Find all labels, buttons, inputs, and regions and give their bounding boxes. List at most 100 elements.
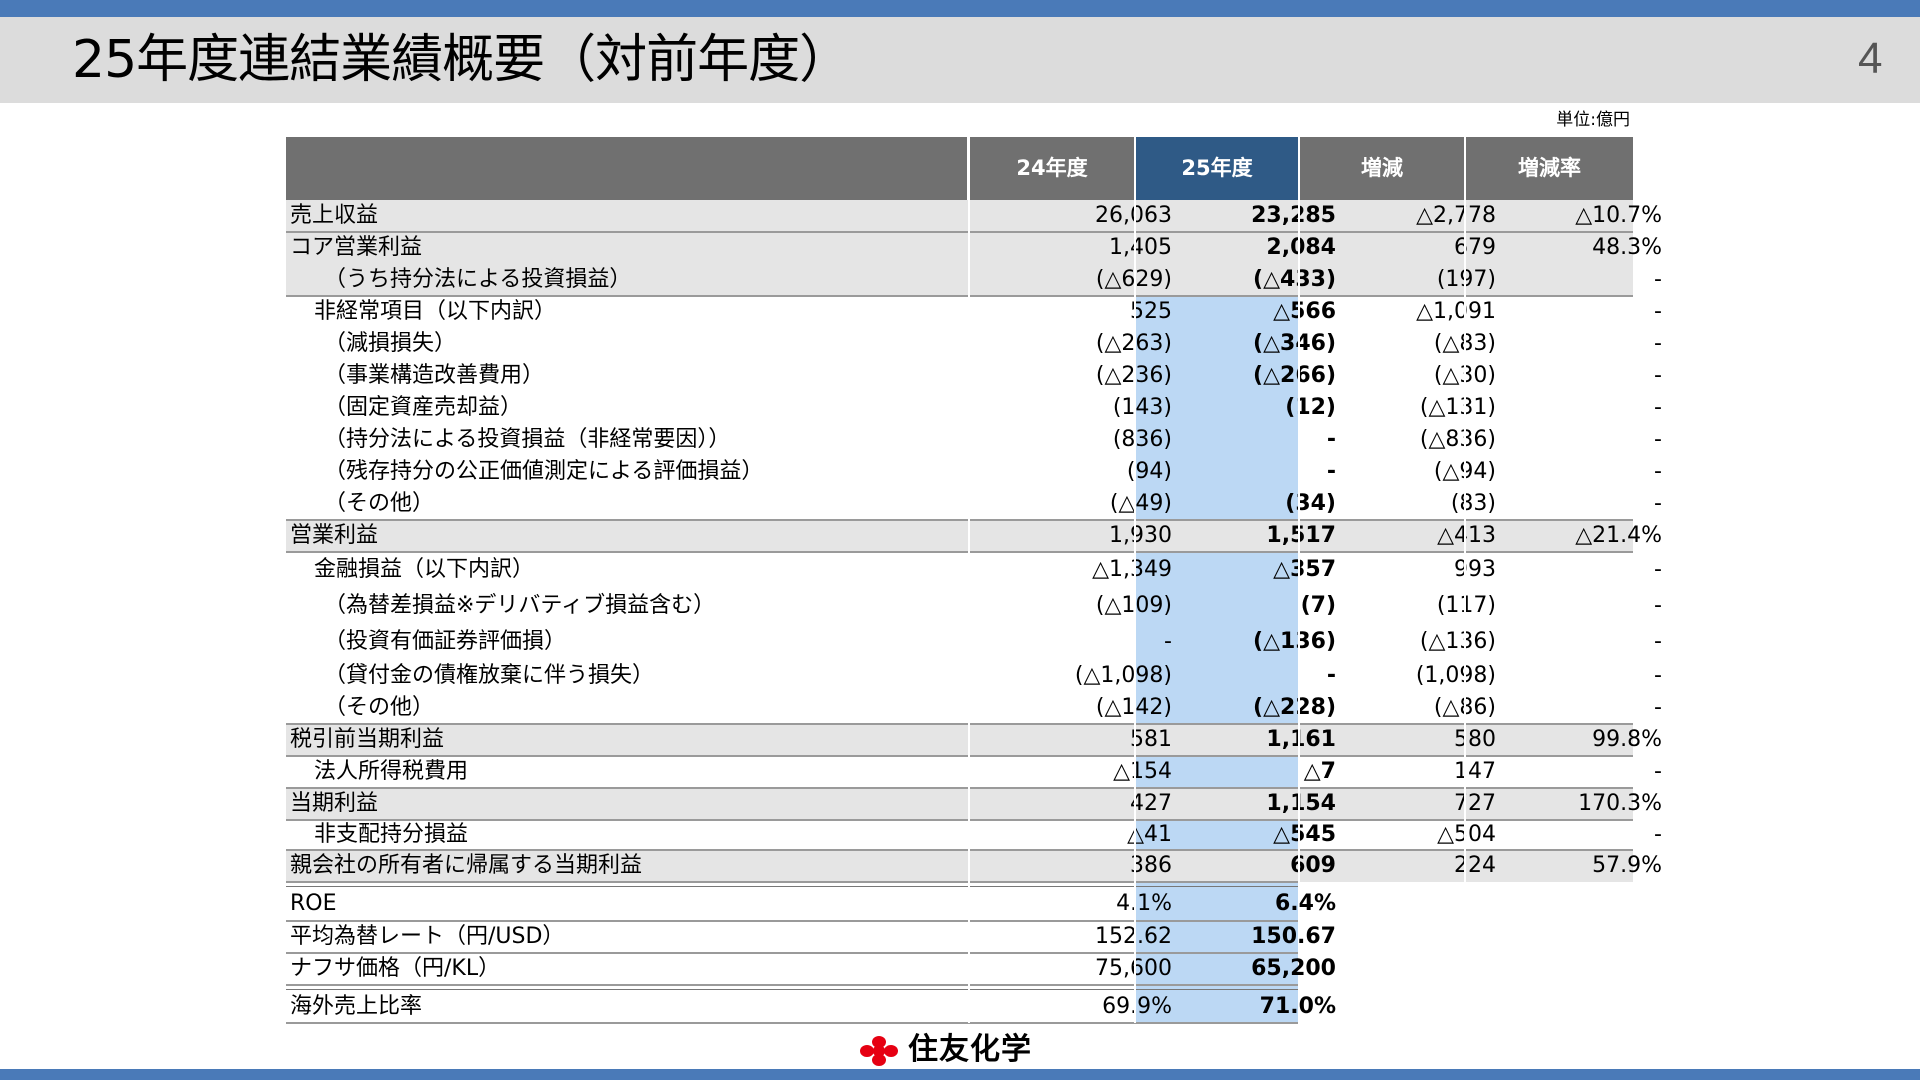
value-rate: -	[1654, 759, 1662, 784]
row-separator	[286, 1022, 1298, 1024]
header-blank-cell	[286, 137, 967, 200]
value-rate: -	[1654, 267, 1662, 292]
row-securities-valuation-loss: （投資有価証券評価損） - (△136) (△136) -	[286, 624, 1662, 660]
value-rate: -	[1654, 363, 1662, 388]
row-label: （持分法による投資損益（非経常要因））	[324, 427, 731, 452]
row-nonrecurring-items: 非経常項目（以下内訳） 525 △566 △1,091-	[286, 296, 1662, 328]
value-rate: -	[1654, 629, 1662, 654]
row-label: ナフサ価格（円/KL）	[290, 956, 501, 981]
value-rate: -	[1654, 593, 1662, 618]
row-separator	[286, 295, 1633, 297]
row-separator	[286, 231, 1633, 233]
row-other-financial: （その他）(△142)(△228)(△86)-	[286, 692, 1662, 724]
value-rate: -	[1654, 695, 1662, 720]
row-fair-value-remeasurement: （残存持分の公正価値測定による評価損益）(94)-(△94)-	[286, 456, 1662, 488]
value-fy25: 71.0%	[1259, 994, 1336, 1019]
row-label: 金融損益（以下内訳）	[314, 557, 535, 582]
top-accent-bar	[0, 0, 1920, 17]
row-label: 親会社の所有者に帰属する当期利益	[290, 853, 643, 878]
value-rate: △21.4%	[1575, 523, 1662, 548]
value-rate: 99.8%	[1592, 727, 1662, 752]
row-label: （減損損失）	[324, 331, 457, 356]
row-noncontrolling-interests: 非支配持分損益 △41 △545 △504-	[286, 820, 1662, 850]
row-separator	[286, 920, 1298, 922]
row-label: （その他）	[324, 491, 435, 516]
row-equity-method-nonrecurring: （持分法による投資損益（非経常要因）） (836) - (△836) -	[286, 424, 1662, 456]
row-revenue: 売上収益26,06323,285△2,778△10.7%	[286, 200, 1662, 232]
row-operating-profit: 営業利益 1,930 1,517 △413 △21.4%	[286, 520, 1662, 552]
row-fx-gain-loss: （為替差損益※デリバティブ損益含む）(△109)(7)(117)-	[286, 588, 1662, 624]
row-equity-method-income: （うち持分法による投資損益）(△629)(△433)(197)-	[286, 264, 1662, 296]
row-overseas-sales-ratio: 海外売上比率 69.9% 71.0%	[286, 991, 1336, 1023]
value-rate: -	[1654, 395, 1662, 420]
column-divider	[1134, 137, 1136, 1023]
value-rate: -	[1654, 331, 1662, 356]
row-separator	[286, 881, 1298, 883]
column-divider	[1464, 137, 1466, 882]
value-rate: 57.9%	[1592, 853, 1662, 878]
bottom-accent-bar	[0, 1069, 1920, 1080]
row-profit-before-tax: 税引前当期利益 581 1,161 580 99.8%	[286, 724, 1662, 756]
row-income-tax: 法人所得税費用 △154 △7 147-	[286, 756, 1662, 788]
value-rate: -	[1654, 427, 1662, 452]
row-label: （うち持分法による投資損益）	[324, 267, 632, 292]
row-label: 平均為替レート（円/USD）	[290, 924, 565, 949]
value-fy25: 150.67	[1251, 924, 1336, 949]
row-separator	[286, 551, 1633, 553]
row-separator	[286, 819, 1633, 821]
row-separator	[286, 519, 1633, 521]
row-label: 営業利益	[290, 523, 379, 548]
value-rate: 48.3%	[1592, 235, 1662, 260]
row-gain-on-sale-fixed-assets: （固定資産売却益） (143) (12) (△131) -	[286, 392, 1662, 424]
row-label: 法人所得税費用	[314, 759, 469, 784]
row-separator	[286, 787, 1633, 789]
row-other-nonrecurring: （その他） (△49) (34) (83) -	[286, 488, 1662, 520]
value-rate: -	[1654, 491, 1662, 516]
row-label: （貸付金の債権放棄に伴う損失）	[324, 663, 655, 688]
row-label: ROE	[290, 891, 337, 916]
row-impairment-loss: （減損損失）(△263)(△346)(△83)-	[286, 328, 1662, 360]
row-label: 税引前当期利益	[290, 727, 445, 752]
row-label: 売上収益	[290, 203, 379, 228]
header-fy25: 25年度	[1136, 137, 1298, 200]
row-core-operating-profit: コア営業利益 1,405 2,084 679 48.3%	[286, 232, 1662, 264]
header-diff: 増減	[1300, 137, 1464, 200]
row-label: 非経常項目（以下内訳）	[314, 299, 557, 324]
header-fy24: 24年度	[970, 137, 1134, 200]
column-divider	[968, 137, 970, 1023]
row-label: コア営業利益	[290, 235, 423, 260]
row-financial-income: 金融損益（以下内訳） △1,349 △357 993-	[286, 552, 1662, 588]
logo-mark-icon	[860, 1036, 898, 1066]
row-label: （為替差損益※デリバティブ損益含む）	[324, 593, 716, 618]
row-net-income-attributable-to-owners: 親会社の所有者に帰属する当期利益 386 609 224 57.9%	[286, 850, 1662, 882]
unit-note: 単位:億円	[1556, 110, 1630, 130]
double-rule	[286, 989, 1298, 990]
row-separator	[286, 849, 1633, 851]
row-separator	[286, 952, 1298, 954]
row-roe: ROE 4.1% 6.4%	[286, 887, 1336, 921]
row-label: 非支配持分損益	[314, 822, 469, 847]
row-naphtha-price: ナフサ価格（円/KL）75,60065,200	[286, 953, 1336, 985]
value-rate: -	[1654, 663, 1662, 688]
row-label: （事業構造改善費用）	[324, 363, 545, 388]
page-number: 4	[1858, 34, 1883, 83]
row-label: 海外売上比率	[290, 994, 423, 1019]
row-label: （その他）	[324, 695, 435, 720]
value-rate: -	[1654, 299, 1662, 324]
row-separator	[286, 723, 1633, 725]
value-rate: △10.7%	[1575, 203, 1662, 228]
value-rate: 170.3%	[1578, 791, 1662, 816]
double-rule	[286, 886, 1298, 887]
row-fx-rate: 平均為替レート（円/USD）152.62150.67	[286, 921, 1336, 953]
row-label: （固定資産売却益）	[324, 395, 523, 420]
slide-title: 25年度連結業績概要（対前年度）	[72, 30, 851, 90]
header-rate: 増減率	[1466, 137, 1633, 200]
row-label: （残存持分の公正価値測定による評価損益）	[324, 459, 764, 484]
row-net-income: 当期利益 427 1,154 727 170.3%	[286, 788, 1662, 820]
row-loan-waiver-loss: （貸付金の債権放棄に伴う損失） (△1,098) - (1,098) -	[286, 660, 1662, 692]
value-rate: -	[1654, 822, 1662, 847]
value-fy25: 65,200	[1251, 956, 1336, 981]
value-rate: -	[1654, 459, 1662, 484]
value-fy25: 6.4%	[1274, 891, 1336, 916]
row-separator	[286, 984, 1298, 986]
